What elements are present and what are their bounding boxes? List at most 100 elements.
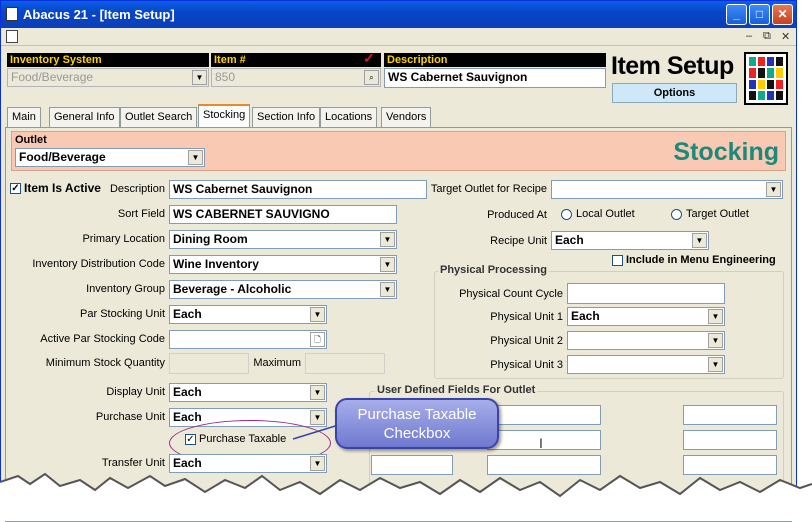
- checkbox-icon: [612, 254, 623, 266]
- par-stocking-unit-select[interactable]: Each ▼: [169, 305, 327, 324]
- recipe-unit-select[interactable]: Each ▼: [551, 231, 709, 250]
- sort-field-input[interactable]: WS CABERNET SAUVIGNO: [169, 205, 397, 224]
- tab-vendors[interactable]: Vendors: [381, 107, 432, 127]
- inventory-distribution-code-label: Inventory Distribution Code: [32, 258, 165, 270]
- udf-field-2[interactable]: [683, 405, 777, 425]
- checkmark-icon: ✓: [363, 50, 375, 66]
- callout-line-1: Purchase Taxable: [357, 406, 477, 423]
- close-button[interactable]: ✕: [772, 4, 793, 25]
- physical-unit-1-select[interactable]: Each ▼: [567, 307, 725, 326]
- udf-field-1[interactable]: [487, 405, 601, 425]
- chevron-down-icon[interactable]: ▼: [380, 232, 395, 247]
- inner-close-icon[interactable]: ✕: [781, 30, 790, 43]
- item-number-field[interactable]: 850 ⌕: [211, 68, 381, 87]
- chevron-down-icon[interactable]: ▼: [766, 182, 781, 197]
- chevron-down-icon[interactable]: ▼: [310, 385, 325, 400]
- minimize-button[interactable]: _: [726, 4, 747, 25]
- inventory-group-select[interactable]: Beverage - Alcoholic ▼: [169, 280, 397, 299]
- tab-stocking[interactable]: Stocking: [198, 104, 251, 127]
- chevron-down-icon[interactable]: ▼: [692, 233, 707, 248]
- inventory-system-select[interactable]: Food/Beverage ▼: [7, 68, 209, 87]
- outlet-band: Outlet Food/Beverage ▼ Stocking: [11, 131, 786, 171]
- chevron-down-icon[interactable]: ▼: [708, 309, 723, 324]
- chevron-down-icon[interactable]: ▼: [708, 357, 723, 372]
- callout-line-2: Checkbox: [383, 425, 451, 442]
- title-bar[interactable]: Abacus 21 - [Item Setup] _ □ ✕: [1, 1, 796, 28]
- physical-count-cycle-field[interactable]: [567, 283, 725, 304]
- chevron-down-icon[interactable]: ▼: [188, 150, 203, 165]
- maximize-button[interactable]: □: [749, 4, 770, 25]
- description-label: Description: [109, 183, 165, 195]
- item-active-checkbox[interactable]: ✓ Item Is Active: [10, 181, 101, 195]
- minimum-stock-quantity-field[interactable]: [169, 353, 249, 374]
- target-outlet-radio[interactable]: Target Outlet: [671, 208, 749, 220]
- window-title: Abacus 21 - [Item Setup]: [23, 7, 175, 22]
- physical-unit-3-label: Physical Unit 3: [490, 359, 563, 371]
- chevron-down-icon[interactable]: ▼: [192, 70, 207, 85]
- physical-unit-3-select[interactable]: ▼: [567, 355, 725, 374]
- local-outlet-radio[interactable]: Local Outlet: [561, 208, 635, 220]
- radio-icon: [671, 208, 682, 220]
- primary-location-label: Primary Location: [82, 233, 165, 245]
- inventory-group-label: Inventory Group: [86, 283, 165, 295]
- tab-outlet-search[interactable]: Outlet Search: [120, 107, 198, 127]
- udf-field-3[interactable]: [487, 430, 601, 450]
- inner-restore-icon[interactable]: ⧉: [763, 30, 771, 43]
- abacus-logo: [744, 52, 788, 105]
- inner-minimize-icon[interactable]: –: [746, 30, 752, 42]
- transfer-unit-label: Transfer Unit: [101, 457, 165, 469]
- active-par-stocking-code-field[interactable]: 🗋: [169, 330, 327, 349]
- par-stocking-unit-label: Par Stocking Unit: [80, 308, 165, 320]
- physical-unit-1-label: Physical Unit 1: [490, 311, 563, 323]
- stocking-banner: Stocking: [673, 138, 779, 166]
- torn-edge: [0, 472, 812, 521]
- chevron-down-icon[interactable]: ▼: [380, 282, 395, 297]
- checkbox-checked-icon: ✓: [10, 183, 21, 195]
- options-button[interactable]: Options: [612, 83, 737, 103]
- display-unit-label: Display Unit: [106, 386, 165, 398]
- tab-general-info[interactable]: General Info: [49, 107, 120, 127]
- purchase-unit-label: Purchase Unit: [95, 411, 165, 423]
- maximum-label: Maximum: [253, 357, 301, 369]
- app-window: Abacus 21 - [Item Setup] _ □ ✕ – ⧉ ✕ Inv…: [0, 0, 797, 522]
- physical-unit-2-select[interactable]: ▼: [567, 331, 725, 350]
- radio-icon: [561, 208, 572, 220]
- description-field[interactable]: WS Cabernet Sauvignon: [169, 180, 427, 199]
- text-cursor-icon: I: [539, 435, 543, 451]
- maximum-field[interactable]: [305, 353, 385, 374]
- item-number-label: Item #: [211, 53, 381, 67]
- document-icon[interactable]: [6, 30, 18, 43]
- tab-locations[interactable]: Locations: [320, 107, 378, 127]
- outlet-select[interactable]: Food/Beverage ▼: [15, 148, 205, 167]
- chevron-down-icon[interactable]: ▼: [310, 307, 325, 322]
- tab-section-info[interactable]: Section Info: [252, 107, 321, 127]
- produced-at-label: Produced At: [487, 209, 547, 221]
- physical-unit-2-label: Physical Unit 2: [490, 335, 563, 347]
- description-header-label: Description: [384, 53, 606, 67]
- udf-field-4[interactable]: [683, 430, 777, 450]
- user-defined-fields-title: User Defined Fields For Outlet: [375, 384, 538, 396]
- menu-bar: – ⧉ ✕: [1, 28, 796, 46]
- primary-location-select[interactable]: Dining Room ▼: [169, 230, 397, 249]
- app-icon: [6, 7, 18, 21]
- chevron-down-icon[interactable]: ▼: [380, 257, 395, 272]
- description-header-field[interactable]: WS Cabernet Sauvignon: [384, 68, 606, 88]
- document-icon[interactable]: 🗋: [310, 332, 325, 347]
- physical-count-cycle-label: Physical Count Cycle: [459, 288, 563, 300]
- sort-field-label: Sort Field: [117, 208, 165, 220]
- chevron-down-icon[interactable]: ▼: [708, 333, 723, 348]
- physical-processing-title: Physical Processing: [438, 264, 549, 276]
- search-icon[interactable]: ⌕: [364, 70, 379, 85]
- active-par-stocking-code-label: Active Par Stocking Code: [40, 333, 165, 345]
- target-outlet-recipe-label: Target Outlet for Recipe: [430, 183, 547, 195]
- inventory-system-label: Inventory System: [7, 53, 209, 67]
- chevron-down-icon[interactable]: ▼: [310, 456, 325, 471]
- outlet-label: Outlet: [15, 134, 47, 146]
- include-menu-engineering-checkbox[interactable]: Include in Menu Engineering: [612, 254, 776, 266]
- display-unit-select[interactable]: Each ▼: [169, 383, 327, 402]
- target-outlet-recipe-select[interactable]: ▼: [551, 180, 783, 199]
- tab-main[interactable]: Main: [7, 107, 41, 127]
- page-title: Item Setup: [611, 52, 734, 80]
- callout-bubble: Purchase Taxable Checkbox: [335, 398, 499, 449]
- inventory-distribution-code-select[interactable]: Wine Inventory ▼: [169, 255, 397, 274]
